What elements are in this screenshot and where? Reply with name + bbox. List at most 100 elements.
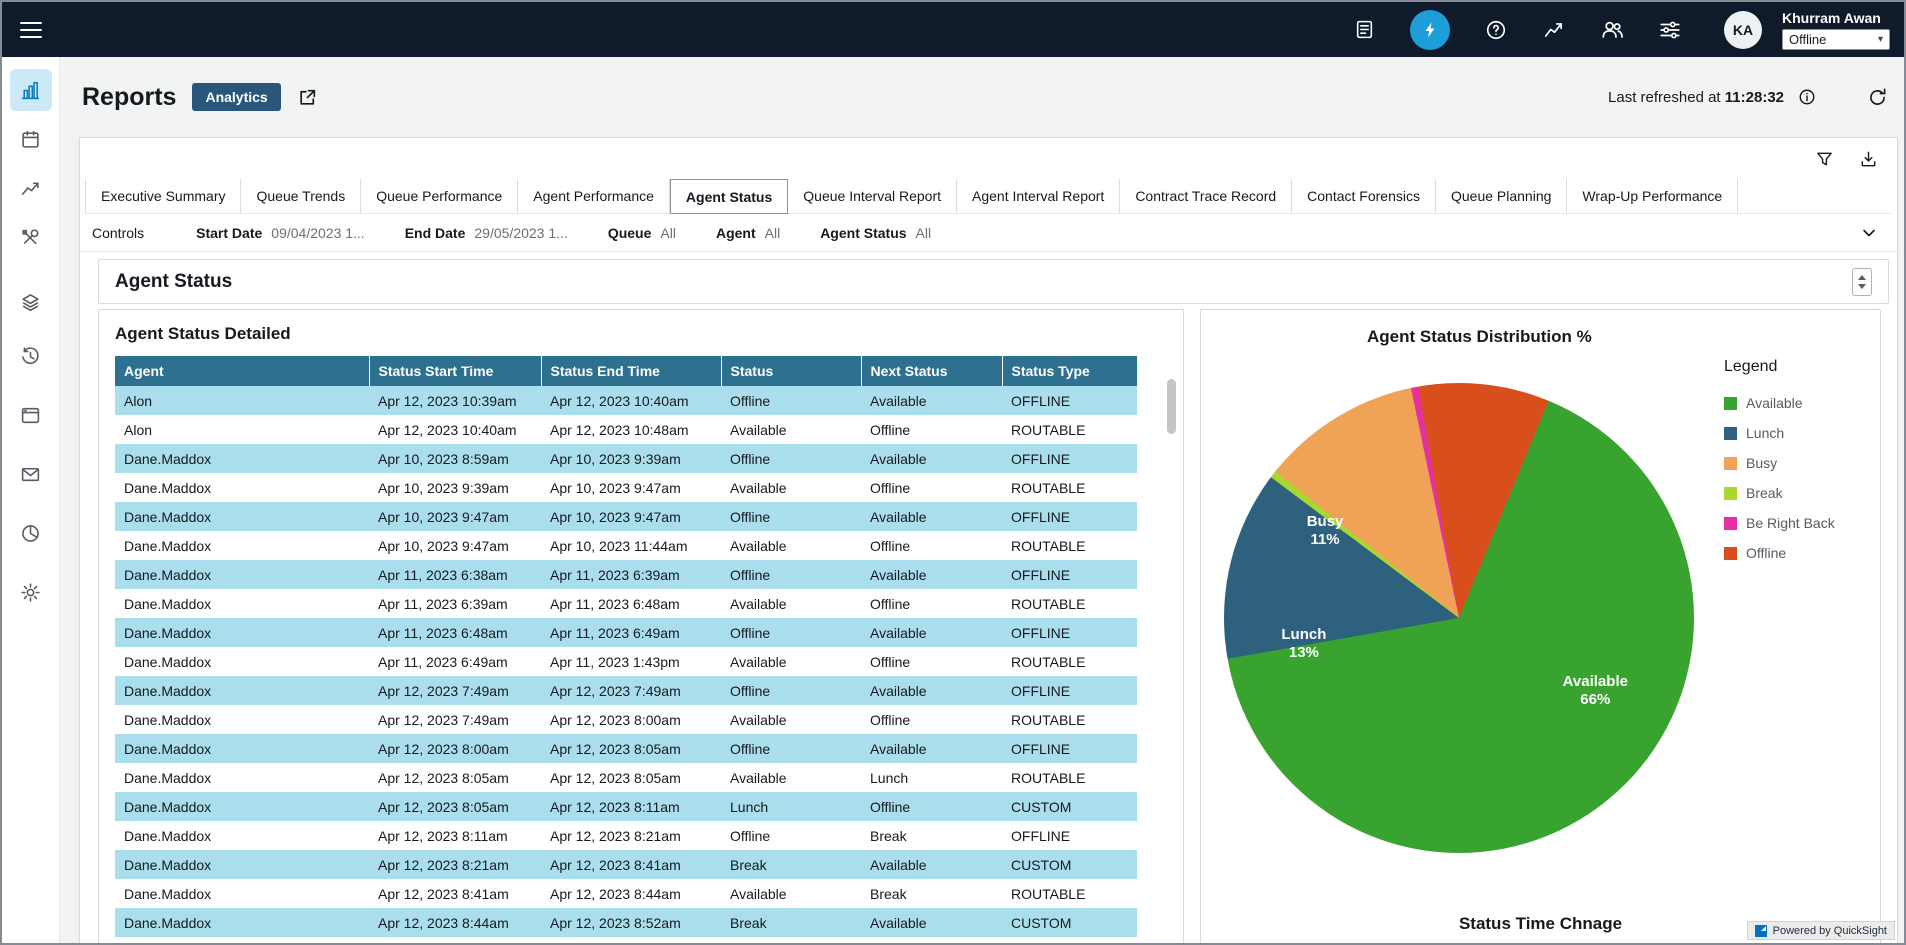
table-row[interactable]: AlonApr 12, 2023 10:39amApr 12, 2023 10:… xyxy=(115,386,1137,415)
control-agent-status[interactable]: Agent StatusAll xyxy=(820,225,931,241)
analytics-badge[interactable]: Analytics xyxy=(192,83,280,111)
legend-item-lunch[interactable]: Lunch xyxy=(1724,418,1879,448)
sidebar-item-analytics[interactable] xyxy=(10,69,52,111)
control-label: Queue xyxy=(608,225,652,241)
agent-status-select[interactable]: Offline ▾ xyxy=(1782,29,1890,50)
info-icon[interactable] xyxy=(1796,86,1818,108)
calendar-icon xyxy=(20,129,41,150)
column-header-agent[interactable]: Agent xyxy=(115,356,369,386)
legend-item-break[interactable]: Break xyxy=(1724,478,1879,508)
table-row[interactable]: Dane.MaddoxApr 12, 2023 8:41amApr 12, 20… xyxy=(115,879,1137,908)
table-cell: ROUTABLE xyxy=(1002,879,1137,908)
sliders-icon[interactable] xyxy=(1658,18,1682,42)
table-row[interactable]: Dane.MaddoxApr 12, 2023 8:05amApr 12, 20… xyxy=(115,792,1137,821)
table-row[interactable]: Dane.MaddoxApr 12, 2023 8:05amApr 12, 20… xyxy=(115,763,1137,792)
sidebar-item-settings[interactable] xyxy=(10,571,52,613)
legend-item-be-right-back[interactable]: Be Right Back xyxy=(1724,508,1879,538)
control-label: Agent xyxy=(716,225,756,241)
flash-icon[interactable] xyxy=(1410,10,1450,50)
table-row[interactable]: Dane.MaddoxApr 12, 2023 7:49amApr 12, 20… xyxy=(115,676,1137,705)
column-header-next-status[interactable]: Next Status xyxy=(861,356,1002,386)
tab-agent-performance[interactable]: Agent Performance xyxy=(518,179,670,213)
table-cell: Apr 11, 2023 6:48am xyxy=(369,618,541,647)
tab-queue-interval-report[interactable]: Queue Interval Report xyxy=(788,179,957,213)
section-stepper[interactable] xyxy=(1852,268,1872,296)
tab-queue-performance[interactable]: Queue Performance xyxy=(361,179,518,213)
refresh-icon[interactable] xyxy=(1866,86,1888,108)
legend-swatch-icon xyxy=(1724,517,1737,530)
table-row[interactable]: Dane.MaddoxApr 11, 2023 6:38amApr 11, 20… xyxy=(115,560,1137,589)
table-row[interactable]: Dane.MaddoxApr 12, 2023 8:00amApr 12, 20… xyxy=(115,734,1137,763)
stepper-down-icon[interactable] xyxy=(1858,284,1866,289)
control-queue[interactable]: QueueAll xyxy=(608,225,676,241)
controls-fields: Start Date09/04/2023 1... End Date29/05/2… xyxy=(196,225,971,241)
external-link-icon[interactable] xyxy=(297,86,319,108)
tab-contract-trace-record[interactable]: Contract Trace Record xyxy=(1120,179,1292,213)
legend-item-available[interactable]: Available xyxy=(1724,388,1879,418)
powered-by-quicksight-badge[interactable]: Powered by QuickSight xyxy=(1747,921,1895,940)
tools-icon xyxy=(20,227,41,248)
avatar[interactable]: KA xyxy=(1724,11,1762,49)
control-value: All xyxy=(916,225,932,241)
sidebar-item-history[interactable] xyxy=(10,335,52,377)
legend-item-busy[interactable]: Busy xyxy=(1724,448,1879,478)
table-row[interactable]: Dane.MaddoxApr 12, 2023 8:21amApr 12, 20… xyxy=(115,850,1137,879)
stepper-up-icon[interactable] xyxy=(1858,275,1866,280)
sidebar-item-layers[interactable] xyxy=(10,281,52,323)
table-row[interactable]: Dane.MaddoxApr 12, 2023 8:11amApr 12, 20… xyxy=(115,821,1137,850)
table-cell: Break xyxy=(861,879,1002,908)
trend-icon xyxy=(20,178,41,199)
tab-executive-summary[interactable]: Executive Summary xyxy=(85,179,241,213)
tab-queue-trends[interactable]: Queue Trends xyxy=(241,179,361,213)
table-row[interactable]: Dane.MaddoxApr 10, 2023 9:47amApr 10, 20… xyxy=(115,502,1137,531)
table-row[interactable]: AlonApr 12, 2023 10:40amApr 12, 2023 10:… xyxy=(115,415,1137,444)
tab-queue-planning[interactable]: Queue Planning xyxy=(1436,179,1567,213)
control-end-date[interactable]: End Date29/05/2023 1... xyxy=(405,225,568,241)
table-row[interactable]: Dane.MaddoxApr 11, 2023 6:49amApr 11, 20… xyxy=(115,647,1137,676)
table-scrollbar[interactable] xyxy=(1167,365,1176,939)
table-row[interactable]: Dane.MaddoxApr 10, 2023 9:47amApr 10, 20… xyxy=(115,531,1137,560)
table-row[interactable]: Dane.MaddoxApr 11, 2023 6:39amApr 11, 20… xyxy=(115,589,1137,618)
column-header-status-type[interactable]: Status Type xyxy=(1002,356,1137,386)
table-cell: Apr 11, 2023 6:38am xyxy=(369,560,541,589)
column-header-status[interactable]: Status xyxy=(721,356,861,386)
table-row[interactable]: Dane.MaddoxApr 12, 2023 8:44amApr 12, 20… xyxy=(115,908,1137,937)
pie-chart[interactable]: Busy 11%Lunch 13%Available 66% xyxy=(1224,383,1694,853)
table-cell: Dane.Maddox xyxy=(115,850,369,879)
tab-agent-interval-report[interactable]: Agent Interval Report xyxy=(957,179,1120,213)
scrollbar-thumb[interactable] xyxy=(1167,379,1176,434)
table-cell: Apr 12, 2023 8:21am xyxy=(541,821,721,850)
column-header-status-end-time[interactable]: Status End Time xyxy=(541,356,721,386)
hamburger-menu-icon[interactable] xyxy=(20,17,42,43)
controls-collapse-icon[interactable] xyxy=(1859,223,1879,243)
table-row[interactable]: Dane.MaddoxApr 11, 2023 6:48amApr 11, 20… xyxy=(115,618,1137,647)
sidebar-item-trends[interactable] xyxy=(10,167,52,209)
sidebar-item-mail[interactable] xyxy=(10,453,52,495)
table-row[interactable]: Dane.MaddoxApr 10, 2023 9:39amApr 10, 20… xyxy=(115,473,1137,502)
help-icon[interactable] xyxy=(1484,18,1508,42)
table-cell: Offline xyxy=(861,705,1002,734)
page-title: Reports xyxy=(82,83,176,112)
sidebar-item-pie[interactable] xyxy=(10,512,52,554)
sidebar-item-window[interactable] xyxy=(10,394,52,436)
table-cell: Lunch xyxy=(721,792,861,821)
tab-wrap-up-performance[interactable]: Wrap-Up Performance xyxy=(1567,179,1738,213)
metrics-icon[interactable] xyxy=(1542,18,1566,42)
agent-status-detailed-panel: Agent Status Detailed AgentStatus Start … xyxy=(98,309,1184,945)
notes-icon[interactable] xyxy=(1352,18,1376,42)
legend-item-offline[interactable]: Offline xyxy=(1724,538,1879,568)
table-row[interactable]: Dane.MaddoxApr 12, 2023 7:49amApr 12, 20… xyxy=(115,705,1137,734)
sidebar-item-tools[interactable] xyxy=(10,216,52,258)
column-header-status-start-time[interactable]: Status Start Time xyxy=(369,356,541,386)
download-icon[interactable] xyxy=(1857,148,1879,170)
table-cell: Dane.Maddox xyxy=(115,473,369,502)
control-start-date[interactable]: Start Date09/04/2023 1... xyxy=(196,225,365,241)
filter-icon[interactable] xyxy=(1813,148,1835,170)
sidebar-item-calendar[interactable] xyxy=(10,118,52,160)
control-agent[interactable]: AgentAll xyxy=(716,225,780,241)
table-row[interactable]: Dane.MaddoxApr 10, 2023 8:59amApr 10, 20… xyxy=(115,444,1137,473)
tab-contact-forensics[interactable]: Contact Forensics xyxy=(1292,179,1436,213)
tab-agent-status[interactable]: Agent Status xyxy=(670,179,788,214)
legend-swatch-icon xyxy=(1724,397,1737,410)
users-icon[interactable] xyxy=(1600,18,1624,42)
